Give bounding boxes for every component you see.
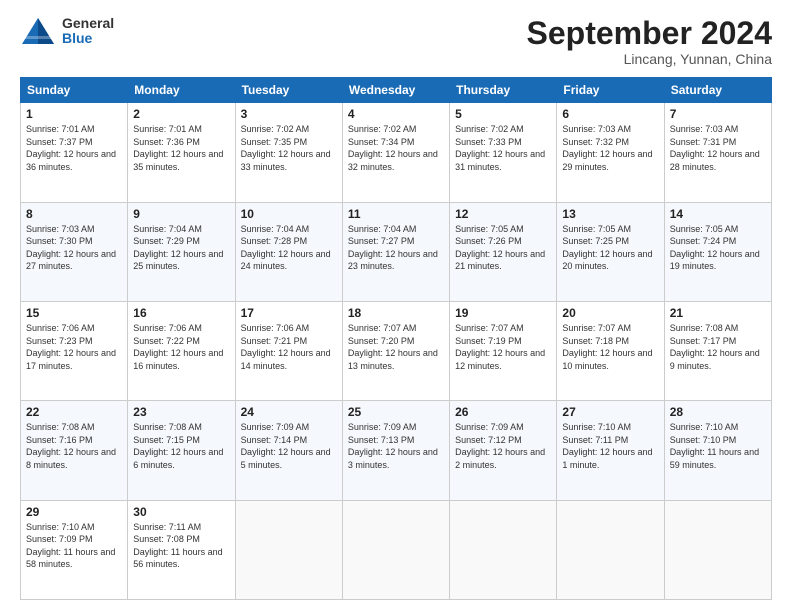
calendar-week-row: 1Sunrise: 7:01 AMSunset: 7:37 PMDaylight… [21,103,772,202]
table-row: 12Sunrise: 7:05 AMSunset: 7:26 PMDayligh… [450,202,557,301]
col-friday: Friday [557,78,664,103]
table-row: 22Sunrise: 7:08 AMSunset: 7:16 PMDayligh… [21,401,128,500]
table-row: 29Sunrise: 7:10 AMSunset: 7:09 PMDayligh… [21,500,128,599]
table-row: 20Sunrise: 7:07 AMSunset: 7:18 PMDayligh… [557,301,664,400]
table-row: 17Sunrise: 7:06 AMSunset: 7:21 PMDayligh… [235,301,342,400]
header: General Blue September 2024 Lincang, Yun… [20,16,772,67]
logo-general: General [62,16,114,31]
col-monday: Monday [128,78,235,103]
table-row: 2Sunrise: 7:01 AMSunset: 7:36 PMDaylight… [128,103,235,202]
table-row: 11Sunrise: 7:04 AMSunset: 7:27 PMDayligh… [342,202,449,301]
calendar-week-row: 22Sunrise: 7:08 AMSunset: 7:16 PMDayligh… [21,401,772,500]
table-row: 18Sunrise: 7:07 AMSunset: 7:20 PMDayligh… [342,301,449,400]
col-tuesday: Tuesday [235,78,342,103]
table-row: 21Sunrise: 7:08 AMSunset: 7:17 PMDayligh… [664,301,771,400]
col-saturday: Saturday [664,78,771,103]
table-row [342,500,449,599]
col-wednesday: Wednesday [342,78,449,103]
table-row: 6Sunrise: 7:03 AMSunset: 7:32 PMDaylight… [557,103,664,202]
table-row: 3Sunrise: 7:02 AMSunset: 7:35 PMDaylight… [235,103,342,202]
calendar-week-row: 8Sunrise: 7:03 AMSunset: 7:30 PMDaylight… [21,202,772,301]
table-row [235,500,342,599]
table-row: 14Sunrise: 7:05 AMSunset: 7:24 PMDayligh… [664,202,771,301]
table-row: 1Sunrise: 7:01 AMSunset: 7:37 PMDaylight… [21,103,128,202]
table-row: 8Sunrise: 7:03 AMSunset: 7:30 PMDaylight… [21,202,128,301]
logo-text: General Blue [62,16,114,47]
table-row: 15Sunrise: 7:06 AMSunset: 7:23 PMDayligh… [21,301,128,400]
title-block: September 2024 Lincang, Yunnan, China [527,16,772,67]
calendar-week-row: 15Sunrise: 7:06 AMSunset: 7:23 PMDayligh… [21,301,772,400]
table-row: 10Sunrise: 7:04 AMSunset: 7:28 PMDayligh… [235,202,342,301]
page: General Blue September 2024 Lincang, Yun… [0,0,792,612]
table-row: 7Sunrise: 7:03 AMSunset: 7:31 PMDaylight… [664,103,771,202]
table-row: 9Sunrise: 7:04 AMSunset: 7:29 PMDaylight… [128,202,235,301]
table-row: 13Sunrise: 7:05 AMSunset: 7:25 PMDayligh… [557,202,664,301]
table-row [450,500,557,599]
table-row: 4Sunrise: 7:02 AMSunset: 7:34 PMDaylight… [342,103,449,202]
table-row: 23Sunrise: 7:08 AMSunset: 7:15 PMDayligh… [128,401,235,500]
col-thursday: Thursday [450,78,557,103]
table-row [664,500,771,599]
table-row: 26Sunrise: 7:09 AMSunset: 7:12 PMDayligh… [450,401,557,500]
calendar-week-row: 29Sunrise: 7:10 AMSunset: 7:09 PMDayligh… [21,500,772,599]
table-row: 30Sunrise: 7:11 AMSunset: 7:08 PMDayligh… [128,500,235,599]
location: Lincang, Yunnan, China [527,51,772,67]
logo: General Blue [20,16,114,47]
logo-blue: Blue [62,31,114,46]
month-title: September 2024 [527,16,772,51]
table-row: 19Sunrise: 7:07 AMSunset: 7:19 PMDayligh… [450,301,557,400]
table-row: 5Sunrise: 7:02 AMSunset: 7:33 PMDaylight… [450,103,557,202]
table-row [557,500,664,599]
table-row: 24Sunrise: 7:09 AMSunset: 7:14 PMDayligh… [235,401,342,500]
table-row: 28Sunrise: 7:10 AMSunset: 7:10 PMDayligh… [664,401,771,500]
table-row: 27Sunrise: 7:10 AMSunset: 7:11 PMDayligh… [557,401,664,500]
calendar: Sunday Monday Tuesday Wednesday Thursday… [20,77,772,600]
col-sunday: Sunday [21,78,128,103]
table-row: 16Sunrise: 7:06 AMSunset: 7:22 PMDayligh… [128,301,235,400]
logo-icon [20,16,56,46]
table-row: 25Sunrise: 7:09 AMSunset: 7:13 PMDayligh… [342,401,449,500]
calendar-header-row: Sunday Monday Tuesday Wednesday Thursday… [21,78,772,103]
